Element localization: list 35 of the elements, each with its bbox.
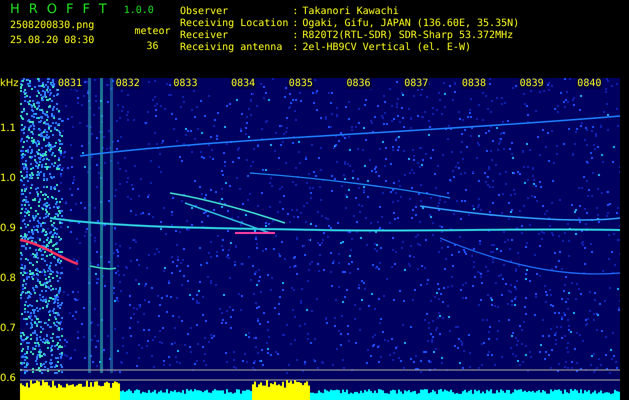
x-axis-label: 0838 — [460, 78, 487, 89]
meteor-label: meteor — [134, 26, 171, 38]
y-axis-label: 0.6 — [0, 373, 16, 384]
x-axis-label: 0840 — [576, 78, 602, 89]
meteor-count: 36 — [146, 41, 159, 53]
x-axis-label: 0831 — [57, 78, 84, 89]
info-colon: : — [292, 6, 298, 18]
file-name: 2508200830.png — [10, 20, 96, 32]
y-axis-label: 1.1 — [0, 123, 16, 134]
info-colon: : — [292, 30, 298, 42]
date-time: 25.08.20 08:30 — [10, 35, 96, 47]
info-value: Takanori Kawachi — [302, 6, 400, 18]
x-axis-label: 0835 — [288, 78, 314, 89]
x-axis-label: 0837 — [403, 78, 430, 89]
app-version: 1.0.0 — [124, 5, 154, 16]
info-value: Ogaki, Gifu, JAPAN (136.60E, 35.35N) — [302, 18, 520, 30]
x-axis-label: 0836 — [346, 78, 372, 89]
x-axis-label: 0834 — [230, 78, 256, 89]
info-label: Observer — [180, 6, 230, 18]
y-axis-label: 0.8 — [0, 273, 16, 284]
info-value: 2el-HB9CV Vertical (el. E-W) — [302, 42, 472, 54]
x-axis-label: 0833 — [172, 78, 198, 89]
y-axis-label: 0.9 — [0, 223, 16, 234]
y-axis-label: 0.7 — [0, 323, 16, 334]
info-colon: : — [292, 18, 298, 30]
x-axis-label: 0839 — [518, 78, 545, 89]
y-axis-label: 1.0 — [0, 173, 16, 184]
axis-unit: kHz — [0, 78, 19, 89]
info-label: Receiving antenna — [180, 42, 284, 54]
info-value: R820T2(RTL-SDR) SDR-Sharp 53.372MHz — [302, 30, 514, 42]
info-label: Receiving Location — [180, 18, 288, 30]
info-label: Receiver — [180, 30, 230, 42]
app-title: HROFFT — [10, 2, 116, 17]
x-axis-label: 0832 — [114, 78, 141, 89]
info-colon: : — [292, 42, 298, 54]
